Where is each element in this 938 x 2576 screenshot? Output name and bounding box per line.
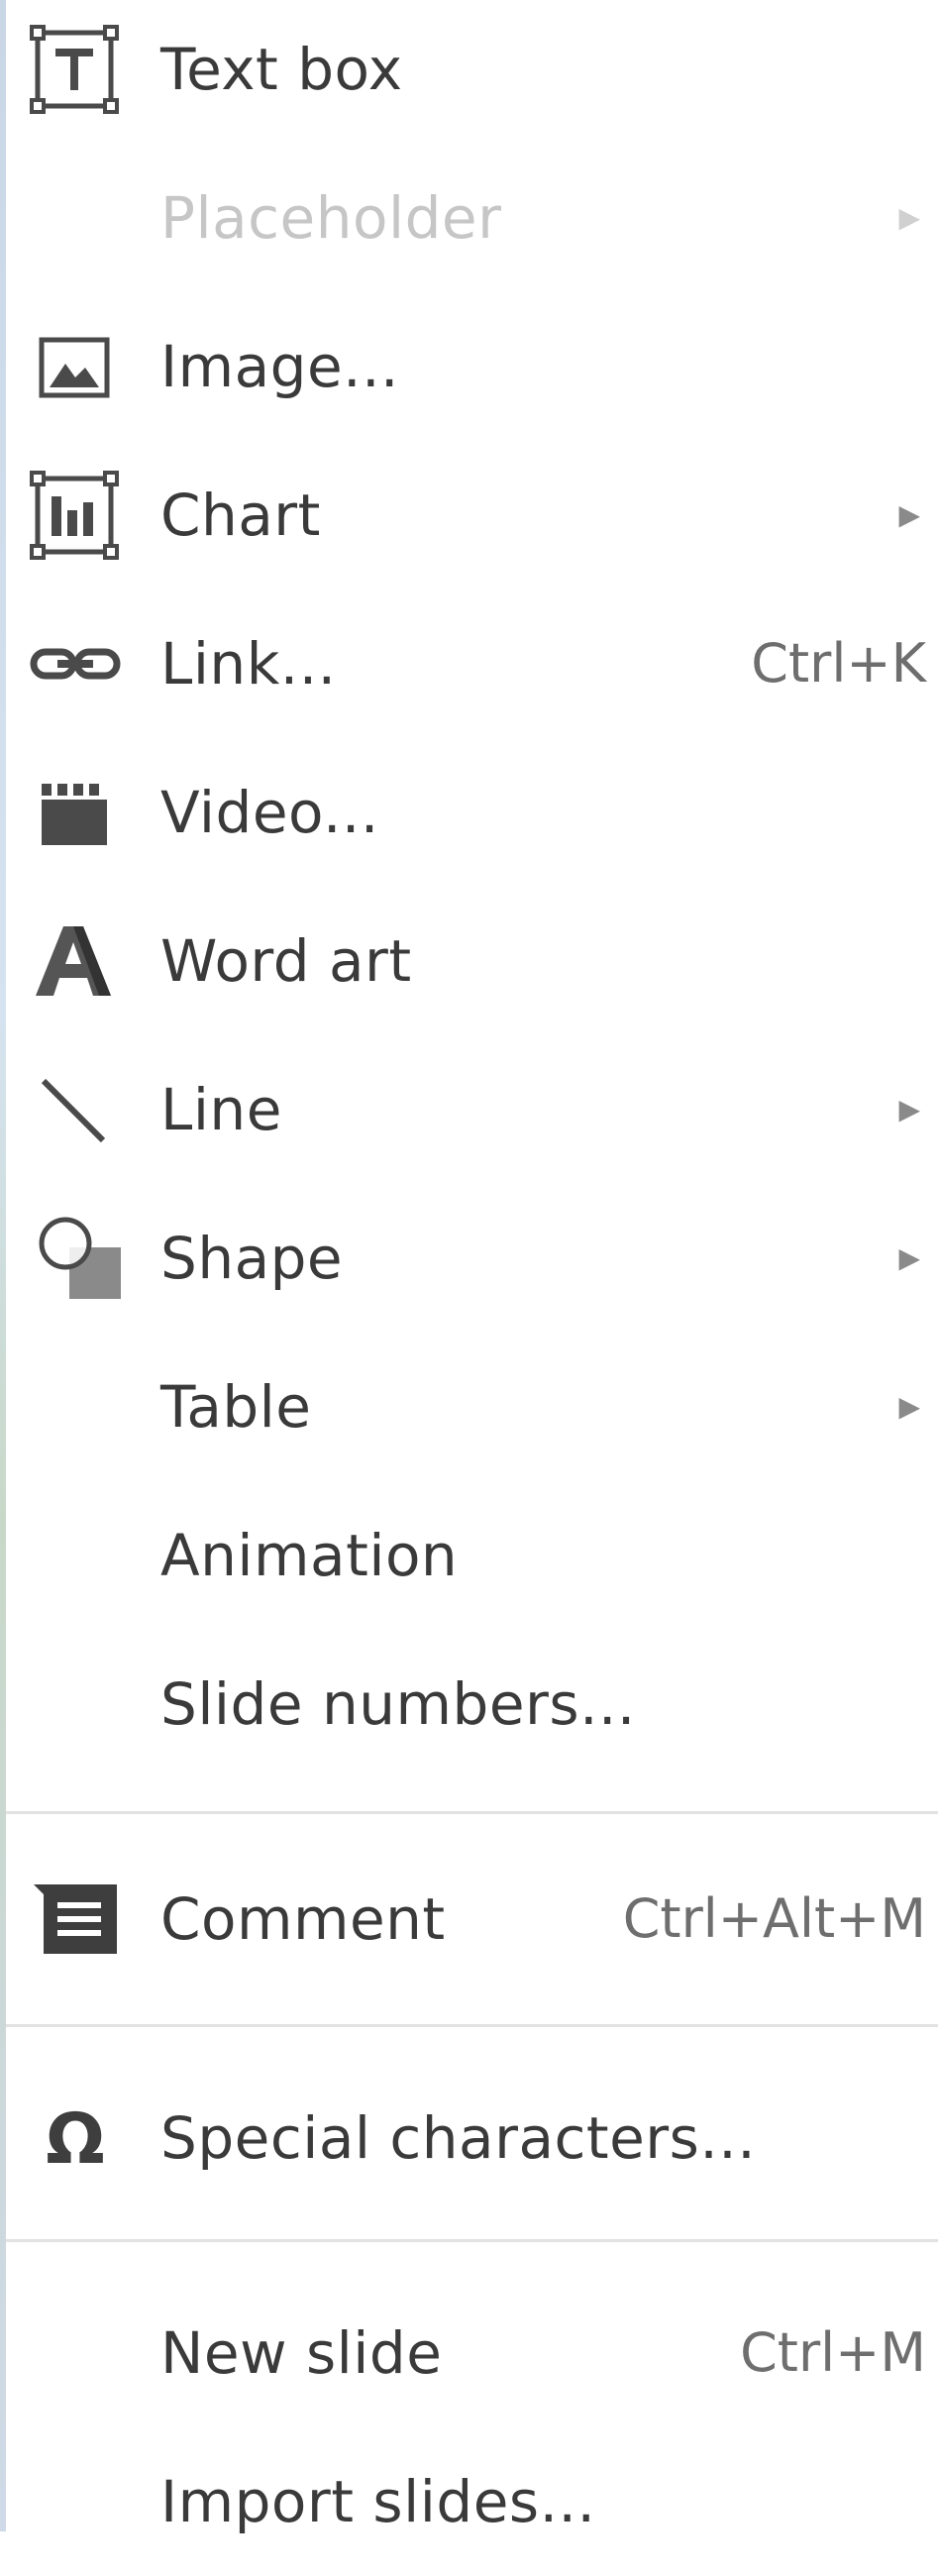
menu-item-video[interactable]: Video... <box>6 738 938 887</box>
menu-item-label: Comment <box>160 1885 446 1953</box>
menu-item-comment[interactable]: Comment Ctrl+Alt+M <box>6 1845 938 1993</box>
menu-item-label: Video... <box>160 779 379 846</box>
chart-icon <box>28 471 123 560</box>
menu-item-table[interactable]: Table ▶ <box>6 1333 938 1481</box>
menu-item-image[interactable]: Image... <box>6 292 938 441</box>
menu-separator <box>6 2024 938 2027</box>
submenu-arrow-icon: ▶ <box>898 201 920 234</box>
submenu-arrow-icon: ▶ <box>898 498 920 531</box>
menu-item-label: Chart <box>160 482 321 549</box>
menu-item-label: Special characters... <box>160 2104 757 2172</box>
menu-item-import-slides[interactable]: Import slides... <box>6 2427 938 2576</box>
shortcut-label: Ctrl+K <box>751 632 926 695</box>
menu-item-label: Table <box>160 1373 312 1441</box>
menu-item-slide-numbers[interactable]: Slide numbers... <box>6 1630 938 1778</box>
line-icon <box>28 1065 123 1154</box>
shortcut-label: Ctrl+Alt+M <box>622 1887 926 1950</box>
menu-separator <box>6 2239 938 2242</box>
menu-item-label: Slide numbers... <box>160 1670 636 1738</box>
menu-item-label: Shape <box>160 1225 344 1292</box>
comment-icon <box>28 1875 123 1964</box>
menu-item-word-art[interactable]: Word art <box>6 887 938 1035</box>
menu-separator <box>6 1811 938 1814</box>
menu-item-animation[interactable]: Animation <box>6 1481 938 1630</box>
menu-item-label: Import slides... <box>160 2468 596 2535</box>
menu-item-label: New slide <box>160 2319 443 2387</box>
menu-item-label: Image... <box>160 333 399 400</box>
menu-item-shape[interactable]: Shape ▶ <box>6 1184 938 1333</box>
shortcut-label: Ctrl+M <box>740 2321 926 2384</box>
menu-item-link[interactable]: Link... Ctrl+K <box>6 590 938 738</box>
menu-item-placeholder[interactable]: Placeholder ▶ <box>6 144 938 292</box>
menu-item-label: Text box <box>160 36 403 103</box>
text-box-icon <box>28 25 123 114</box>
link-icon <box>28 619 123 708</box>
menu-item-label: Placeholder <box>160 184 502 252</box>
submenu-arrow-icon: ▶ <box>898 1390 920 1423</box>
omega-icon: Ω <box>28 2093 123 2183</box>
menu-item-special-characters[interactable]: Ω Special characters... <box>6 2064 938 2212</box>
menu-item-chart[interactable]: Chart ▶ <box>6 441 938 590</box>
menu-item-text-box[interactable]: Text box <box>6 0 938 144</box>
shape-icon <box>28 1214 123 1303</box>
submenu-arrow-icon: ▶ <box>898 1241 920 1274</box>
menu-item-label: Link... <box>160 630 337 698</box>
image-icon <box>28 322 123 411</box>
menu-item-label: Animation <box>160 1522 459 1589</box>
menu-item-line[interactable]: Line ▶ <box>6 1035 938 1184</box>
insert-menu: Text box Placeholder ▶ Image... Chart ▶ … <box>0 0 938 2535</box>
word-art-icon <box>28 916 123 1006</box>
video-icon <box>28 768 123 857</box>
submenu-arrow-icon: ▶ <box>898 1093 920 1126</box>
menu-item-label: Line <box>160 1076 282 1143</box>
svg-text:Ω: Ω <box>46 2098 105 2180</box>
menu-item-label: Word art <box>160 927 412 995</box>
menu-item-new-slide[interactable]: New slide Ctrl+M <box>6 2279 938 2427</box>
